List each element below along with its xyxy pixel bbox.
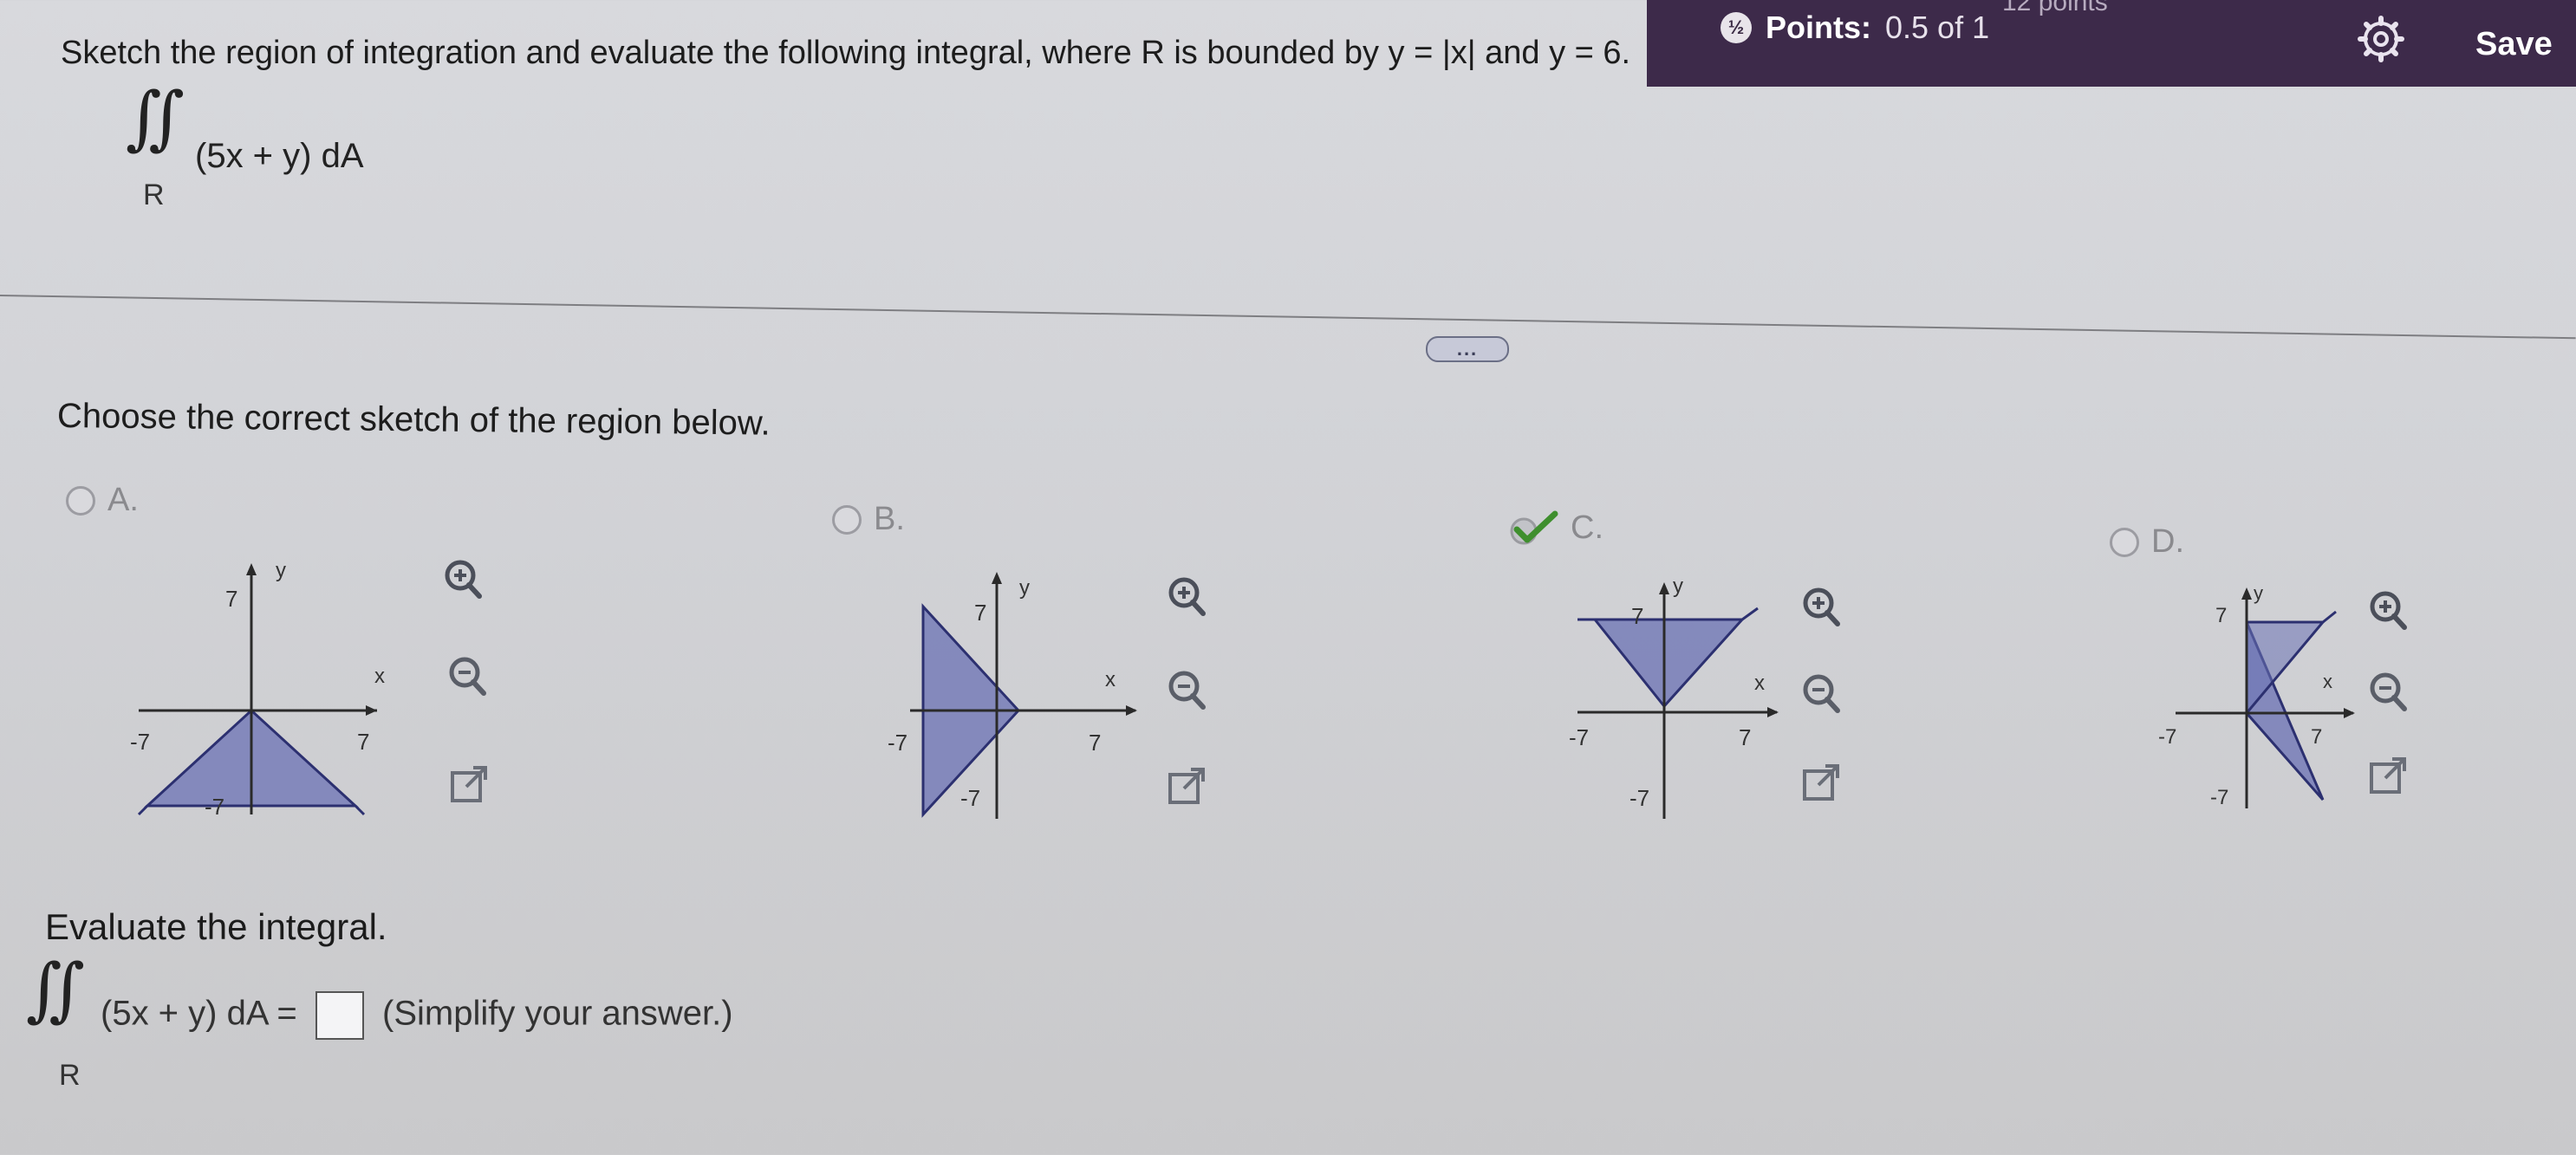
- part1-instruction: Choose the correct sketch of the region …: [56, 397, 771, 443]
- double-integral-symbol: ∬: [126, 77, 185, 158]
- y-axis-label: y: [1019, 576, 1030, 600]
- option-b[interactable]: B.: [832, 501, 905, 538]
- tick-label: -7: [130, 729, 150, 755]
- graph-option-c: y x 7 -7 7 -7: [1569, 574, 1779, 819]
- tick-label: 7: [2215, 604, 2227, 627]
- points-icon: ½: [1721, 12, 1752, 43]
- popout-icon[interactable]: [444, 761, 494, 811]
- tick-label: 7: [1631, 603, 1643, 629]
- double-integral-symbol: ∬: [26, 949, 86, 1029]
- tick-label: 7: [357, 729, 369, 755]
- radio-button[interactable]: [2110, 527, 2139, 557]
- zoom-in-icon[interactable]: [2363, 586, 2413, 636]
- gear-icon[interactable]: [2358, 16, 2404, 62]
- tick-label: 7: [1739, 724, 1751, 750]
- tick-label: 7: [2311, 725, 2322, 749]
- points-indicator: ½ Points: 0.5 of 1: [1721, 5, 1989, 50]
- tick-label: -7: [2158, 725, 2176, 749]
- points-total-cut: 12 points: [2002, 0, 2108, 16]
- x-axis-label: x: [2323, 671, 2332, 692]
- part2-instruction: Evaluate the integral.: [45, 906, 387, 947]
- y-axis-label: y: [1673, 574, 1683, 598]
- zoom-in-icon[interactable]: [1161, 572, 1212, 622]
- simplify-hint: (Simplify your answer.): [382, 994, 733, 1033]
- section-divider: [0, 295, 2576, 340]
- radio-button[interactable]: [832, 504, 862, 535]
- graph-option-d: y x 7 -7 7 -7: [2158, 582, 2355, 809]
- option-label: C.: [1571, 509, 1603, 546]
- y-axis-label: y: [276, 559, 286, 582]
- zoom-out-icon[interactable]: [1796, 669, 1846, 719]
- x-axis-label: x: [1754, 672, 1765, 695]
- option-c[interactable]: C.: [1508, 509, 1603, 547]
- points-label: Points:: [1766, 10, 1871, 45]
- option-d[interactable]: D.: [2110, 523, 2184, 561]
- tick-label: -7: [2210, 786, 2228, 809]
- zoom-in-icon[interactable]: [1796, 582, 1846, 633]
- save-button[interactable]: Save: [2475, 26, 2576, 75]
- option-label: A.: [107, 482, 139, 518]
- tick-label: 7: [225, 586, 237, 612]
- popout-icon[interactable]: [1796, 759, 1846, 809]
- region-label: R: [143, 178, 165, 211]
- answer-integral: ∬ (5x + y) dA = (Simplify your answer.) …: [26, 955, 806, 1093]
- option-a[interactable]: A.: [66, 482, 139, 519]
- integrand: (5x + y) dA: [195, 137, 364, 175]
- zoom-out-icon[interactable]: [1161, 665, 1212, 716]
- radio-button[interactable]: [66, 485, 95, 516]
- option-label: D.: [2151, 523, 2184, 560]
- tick-label: -7: [1630, 785, 1649, 811]
- tick-label: 7: [974, 600, 986, 626]
- popout-icon[interactable]: [1161, 762, 1212, 813]
- zoom-out-icon[interactable]: [2363, 667, 2413, 717]
- tick-label: -7: [960, 785, 980, 811]
- check-icon: [1510, 510, 1558, 544]
- tick-label: 7: [1089, 730, 1101, 756]
- region-label: R: [59, 1059, 81, 1092]
- x-axis-label: x: [374, 665, 385, 688]
- points-value: 0.5 of 1: [1885, 10, 1990, 45]
- tick-label: -7: [888, 730, 907, 756]
- x-axis-label: x: [1105, 668, 1116, 691]
- question-prompt: Sketch the region of integration and eva…: [61, 35, 1631, 71]
- tick-label: -7: [205, 794, 224, 820]
- y-axis-label: y: [2254, 582, 2263, 604]
- popout-icon[interactable]: [2363, 752, 2413, 802]
- integrand: (5x + y) dA =: [101, 994, 297, 1033]
- zoom-out-icon[interactable]: [442, 652, 492, 702]
- expand-button[interactable]: ...: [1426, 336, 1509, 362]
- option-label: B.: [874, 501, 905, 537]
- zoom-in-icon[interactable]: [438, 555, 488, 605]
- answer-input[interactable]: [315, 991, 364, 1040]
- graph-option-a: y x 7 -7 7 -7: [130, 559, 385, 820]
- graph-option-b: y x 7 -7 7 -7: [888, 572, 1137, 819]
- tick-label: -7: [1569, 724, 1589, 750]
- question-integral: ∬ (5x + y) dA R: [126, 83, 646, 213]
